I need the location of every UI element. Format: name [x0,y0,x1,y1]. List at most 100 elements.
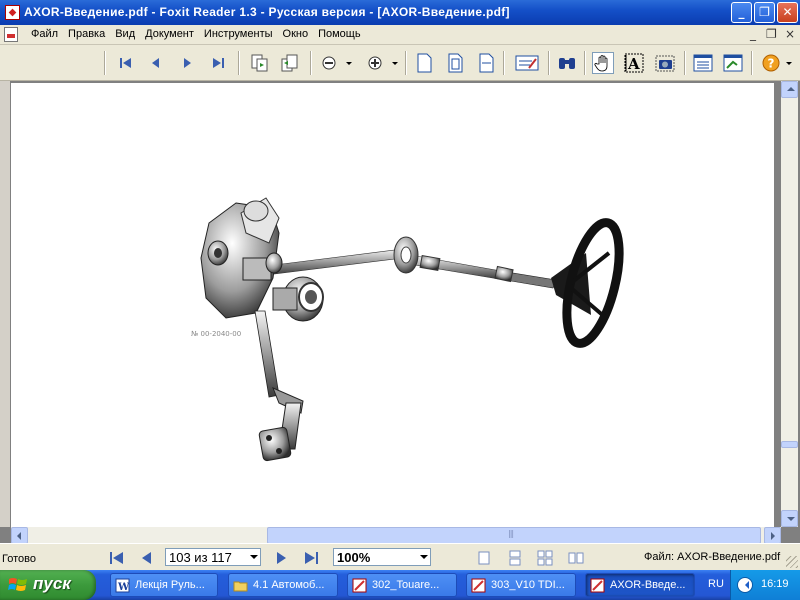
toolbar: A ? [0,45,800,81]
steering-column-illustration: № 00-2040-00 [191,197,624,462]
scroll-left-button[interactable] [11,527,28,544]
navigation-pane-collapsed[interactable] [0,81,11,527]
fit-page-icon[interactable] [444,52,466,74]
status-last-page-icon[interactable] [302,550,320,566]
page-dropdown-arrow-icon[interactable] [250,555,258,563]
start-label: пуск [33,574,71,593]
close-button[interactable]: ✕ [777,2,798,23]
menu-tools[interactable]: Инструменты [199,28,278,40]
menu-window[interactable]: Окно [278,28,314,40]
windows-taskbar: пуск W Лекція Руль... 4.1 Автомоб... 302… [0,570,800,600]
snapshot-camera-icon[interactable] [654,52,676,74]
taskbar-item-folder[interactable]: 4.1 Автомоб... [228,573,338,597]
figure-reference-label: № 00-2040-00 [191,330,241,338]
scroll-down-button[interactable] [781,510,798,527]
toolbar-separator [104,51,106,75]
fit-width-icon[interactable] [475,52,497,74]
select-text-icon[interactable]: A [623,52,645,74]
menu-file[interactable]: Файл [26,28,63,40]
scroll-up-button[interactable] [781,81,798,98]
system-tray: 16:19 [730,570,800,600]
find-binoculars-icon[interactable] [556,52,578,74]
actual-size-icon[interactable] [413,52,435,74]
foxit-pdf-icon [352,578,367,593]
continuous-view-icon[interactable] [507,550,525,566]
toolbar-separator [238,51,240,75]
foxit-app-icon[interactable] [5,5,20,20]
vertical-scroll-thumb[interactable] [781,441,798,448]
window-title: AXOR-Введение.pdf - Foxit Reader 1.3 - Р… [24,5,510,19]
toolbar-separator [405,51,407,75]
document-icon[interactable] [4,27,18,42]
toolbar-separator [684,51,686,75]
menu-bar: Файл Правка Вид Документ Инструменты Окн… [0,25,800,45]
svg-text:W: W [117,582,130,593]
zoom-level-field[interactable]: 100% [333,548,431,566]
help-dropdown-icon[interactable] [783,52,795,74]
typewriter-icon[interactable] [513,52,541,74]
page-number-field[interactable]: 103 из 117 [165,548,261,566]
taskbar-item-touareg-pdf[interactable]: 302_Touare... [347,573,457,597]
first-page-icon[interactable] [115,52,137,74]
folder-icon [233,581,248,592]
zoom-out-icon[interactable] [318,52,340,74]
start-button[interactable]: пуск [0,570,96,600]
title-bar[interactable]: AXOR-Введение.pdf - Foxit Reader 1.3 - Р… [0,0,800,25]
maximize-button[interactable]: ❐ [754,2,775,23]
menu-document[interactable]: Документ [140,28,199,40]
toolbar-separator [548,51,550,75]
svg-text:?: ? [768,57,775,71]
svg-text:A: A [627,55,640,73]
pdf-page[interactable]: № 00-2040-00 [11,83,774,527]
document-area: № 00-2040-00 [0,81,800,544]
horizontal-scroll-thumb[interactable] [267,527,761,544]
scroll-right-button[interactable] [764,527,781,544]
language-indicator[interactable]: RU [708,578,724,590]
previous-view-icon[interactable] [248,52,270,74]
mdi-restore-button[interactable]: ❐ [766,27,777,41]
last-page-icon[interactable] [207,52,229,74]
word-document-icon: W [115,578,130,593]
toolbar-separator [584,51,586,75]
foxit-pdf-icon [590,578,605,593]
zoom-out-dropdown-icon[interactable] [343,52,355,74]
help-icon[interactable]: ? [760,52,782,74]
status-bar: Готово 103 из 117 100% Файл: AXOR-Введен… [0,543,800,570]
vertical-scrollbar[interactable] [781,81,798,527]
foxit-pdf-icon [471,578,486,593]
page-number-value: 103 из 117 [169,550,232,565]
menu-view[interactable]: Вид [110,28,140,40]
show-hidden-icons-icon[interactable] [737,577,753,593]
taskbar-item-axor-pdf[interactable]: AXOR-Введе... [585,573,695,597]
facing-continuous-view-icon[interactable] [537,550,555,566]
zoom-in-dropdown-icon[interactable] [389,52,401,74]
next-page-icon[interactable] [176,52,198,74]
zoom-level-value: 100% [337,550,371,565]
status-next-page-icon[interactable] [272,550,290,566]
hand-tool-icon[interactable] [592,52,614,74]
horizontal-scrollbar[interactable] [11,527,781,544]
zoom-dropdown-arrow-icon[interactable] [420,555,428,563]
windows-logo-icon [8,578,27,591]
clock[interactable]: 16:19 [761,578,789,590]
taskbar-item-v10-pdf[interactable]: 303_V10 TDI... [466,573,576,597]
toolbar-separator [310,51,312,75]
bookmarks-panel-icon[interactable] [692,52,714,74]
mdi-minimize-button[interactable]: _ [750,27,756,41]
status-previous-page-icon[interactable] [138,550,156,566]
taskbar-item-word-doc[interactable]: W Лекція Руль... [110,573,218,597]
single-page-view-icon[interactable] [476,550,494,566]
menu-edit[interactable]: Правка [63,28,110,40]
status-file-name: Файл: AXOR-Введение.pdf [644,551,781,563]
previous-page-icon[interactable] [145,52,167,74]
minimize-button[interactable]: _ [731,2,752,23]
pages-panel-icon[interactable] [722,52,744,74]
facing-view-icon[interactable] [568,550,586,566]
resize-grip[interactable] [786,556,798,568]
status-first-page-icon[interactable] [108,550,126,566]
menu-help[interactable]: Помощь [313,28,366,40]
toolbar-separator [751,51,753,75]
zoom-in-icon[interactable] [364,52,386,74]
mdi-close-button[interactable]: × [785,27,795,41]
next-view-icon[interactable] [278,52,300,74]
